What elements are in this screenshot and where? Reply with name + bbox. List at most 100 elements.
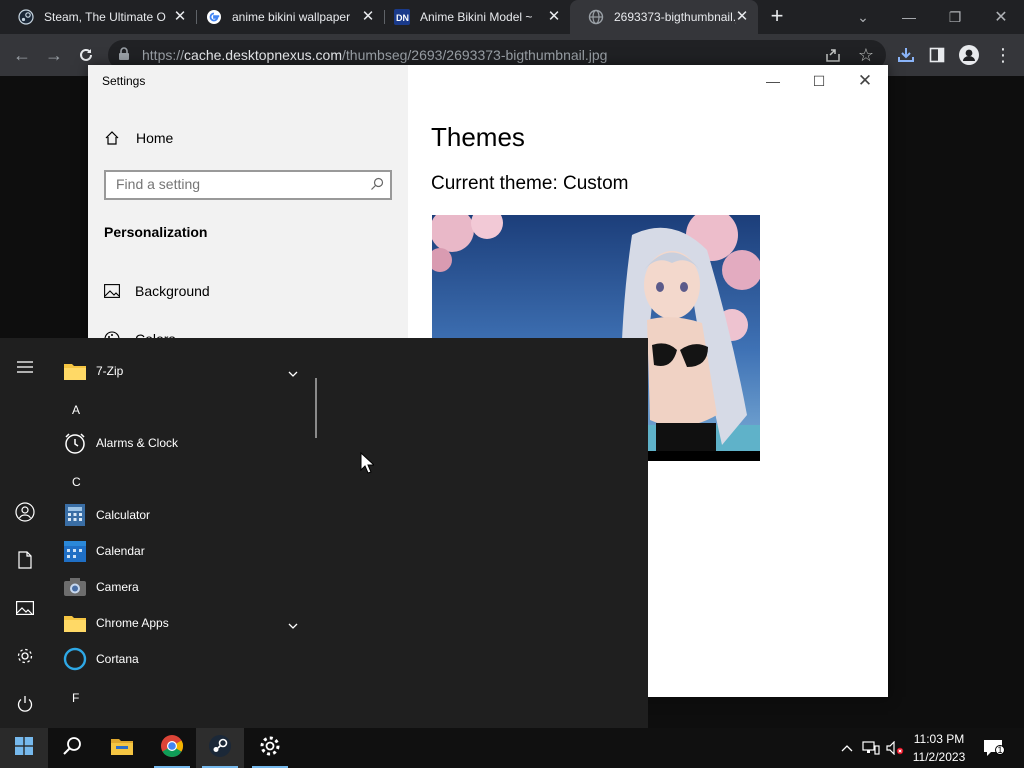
cortana-icon bbox=[62, 646, 88, 672]
mouse-cursor bbox=[360, 451, 376, 474]
tab-title: Steam, The Ultimate Online bbox=[44, 10, 166, 24]
bookmark-star-icon[interactable]: ☆ bbox=[855, 44, 877, 66]
clock-time[interactable]: 11:03 PM bbox=[900, 732, 978, 746]
url-text[interactable]: https://cache.desktopnexus.com/thumbseg/… bbox=[142, 47, 607, 63]
download-icon[interactable] bbox=[895, 44, 917, 66]
restore-button[interactable]: ❐ bbox=[932, 0, 978, 34]
taskbar-settings[interactable] bbox=[246, 728, 294, 768]
power-icon[interactable] bbox=[11, 690, 39, 718]
calculator-icon bbox=[62, 502, 88, 528]
group-letter-f[interactable]: F bbox=[72, 691, 79, 705]
app-label: Calculator bbox=[96, 508, 151, 522]
group-letter-a[interactable]: A bbox=[72, 403, 80, 417]
folder-icon bbox=[62, 358, 88, 384]
tab-search-chevron-icon[interactable]: ⌄ bbox=[840, 0, 886, 34]
search-icon bbox=[62, 736, 82, 761]
hamburger-menu-icon[interactable] bbox=[11, 353, 39, 381]
window-title: Settings bbox=[102, 74, 146, 88]
nav-background[interactable]: Background bbox=[104, 281, 210, 301]
file-explorer-icon bbox=[110, 736, 134, 761]
find-setting-placeholder: Find a setting bbox=[116, 176, 201, 192]
app-alarms-clock[interactable]: Alarms & Clock bbox=[62, 425, 312, 461]
close-window-button[interactable]: ✕ bbox=[842, 66, 888, 96]
taskbar-search-button[interactable] bbox=[48, 728, 96, 768]
settings-gear-icon[interactable] bbox=[11, 642, 39, 670]
share-icon[interactable] bbox=[822, 44, 844, 66]
globe-icon bbox=[588, 9, 604, 25]
user-account-icon[interactable] bbox=[11, 498, 39, 526]
documents-icon[interactable] bbox=[11, 546, 39, 574]
tab-title: anime bikini wallpaper bbox=[232, 10, 351, 24]
minimize-button[interactable]: — bbox=[886, 0, 932, 34]
calendar-icon bbox=[62, 538, 88, 564]
close-icon[interactable]: ✕ bbox=[734, 9, 750, 25]
folder-icon bbox=[62, 610, 88, 636]
taskbar-file-explorer[interactable] bbox=[98, 728, 146, 768]
close-icon[interactable]: ✕ bbox=[546, 9, 562, 25]
forward-arrow-icon[interactable]: → bbox=[43, 44, 65, 66]
tab-bigthumbnail[interactable]: 2693373-bigthumbnail.jpg ✕ bbox=[570, 0, 758, 34]
url-host: cache.desktopnexus.com bbox=[184, 47, 343, 63]
app-calculator[interactable]: Calculator bbox=[62, 497, 312, 533]
app-list-scrollbar[interactable] bbox=[315, 378, 317, 438]
minimize-button[interactable]: — bbox=[750, 66, 796, 96]
nav-background-label: Background bbox=[135, 283, 210, 299]
url-path: /thumbseg/2693/2693373-bigthumbnail.jpg bbox=[342, 47, 608, 63]
picture-icon bbox=[104, 284, 135, 298]
tab-desktopnexus[interactable]: DN Anime Bikini Model ~ ✕ bbox=[376, 0, 570, 34]
page-title: Themes bbox=[431, 122, 525, 152]
chrome-icon bbox=[160, 734, 184, 763]
search-icon[interactable] bbox=[370, 177, 384, 196]
group-letter-c[interactable]: C bbox=[72, 475, 81, 489]
chevron-down-icon[interactable] bbox=[288, 366, 298, 380]
close-window-button[interactable]: ✕ bbox=[978, 0, 1024, 34]
google-icon bbox=[206, 9, 222, 25]
notification-count-badge: 1 bbox=[995, 745, 1005, 755]
more-menu-icon[interactable]: ⋮ bbox=[992, 44, 1014, 66]
lock-icon[interactable] bbox=[118, 47, 130, 66]
close-icon[interactable]: ✕ bbox=[360, 9, 376, 25]
steam-icon bbox=[208, 734, 232, 763]
desktopnexus-icon: DN bbox=[394, 9, 410, 25]
action-center-button[interactable]: 1 bbox=[982, 738, 1005, 758]
tab-title: 2693373-bigthumbnail.jpg bbox=[614, 10, 736, 24]
steam-icon bbox=[18, 9, 34, 25]
clock-date[interactable]: 11/2/2023 bbox=[900, 750, 978, 764]
nav-home[interactable]: Home bbox=[104, 128, 173, 148]
app-cortana[interactable]: Cortana bbox=[62, 641, 312, 677]
app-label: Cortana bbox=[96, 652, 139, 666]
chevron-up-icon[interactable] bbox=[838, 738, 856, 758]
svg-text:DN: DN bbox=[396, 13, 409, 23]
tab-google[interactable]: anime bikini wallpaper ✕ bbox=[188, 0, 384, 34]
taskbar-steam[interactable] bbox=[196, 728, 244, 768]
section-title: Personalization bbox=[104, 224, 208, 240]
windows-logo-icon bbox=[15, 736, 33, 760]
maximize-button[interactable]: ☐ bbox=[796, 66, 842, 96]
network-icon[interactable] bbox=[862, 738, 880, 758]
gear-icon bbox=[259, 735, 281, 762]
tab-title: Anime Bikini Model ~ bbox=[420, 10, 533, 24]
nav-home-label: Home bbox=[136, 130, 174, 146]
back-arrow-icon[interactable]: ← bbox=[11, 44, 33, 66]
app-label: 7-Zip bbox=[96, 364, 124, 378]
app-7zip[interactable]: 7-Zip bbox=[62, 353, 312, 389]
current-theme-label: Current theme: Custom bbox=[431, 173, 629, 194]
taskbar-chrome[interactable] bbox=[148, 728, 196, 768]
start-button[interactable] bbox=[0, 728, 48, 768]
tab-steam[interactable]: Steam, The Ultimate Online ✕ bbox=[0, 0, 196, 34]
alarm-clock-icon bbox=[62, 430, 88, 456]
profile-avatar-icon[interactable] bbox=[958, 44, 980, 66]
close-icon[interactable]: ✕ bbox=[172, 9, 188, 25]
new-tab-button[interactable]: + bbox=[766, 5, 788, 28]
side-panel-icon[interactable] bbox=[926, 44, 948, 66]
reload-icon[interactable] bbox=[75, 44, 97, 66]
app-chrome-apps[interactable]: Chrome Apps bbox=[62, 605, 312, 641]
browser-tab-strip: Steam, The Ultimate Online ✕ anime bikin… bbox=[0, 0, 1024, 34]
app-calendar[interactable]: Calendar bbox=[62, 533, 312, 569]
app-camera[interactable]: Camera bbox=[62, 569, 312, 605]
home-icon bbox=[104, 130, 136, 146]
app-label: Calendar bbox=[96, 544, 145, 558]
pictures-icon[interactable] bbox=[11, 594, 39, 622]
chevron-down-icon[interactable] bbox=[288, 618, 298, 632]
app-label: Alarms & Clock bbox=[96, 436, 179, 450]
